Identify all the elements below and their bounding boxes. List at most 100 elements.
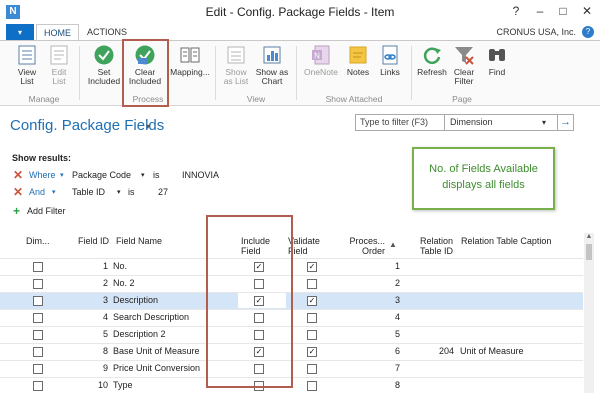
close-button[interactable]: ✕ [577, 2, 597, 20]
validate-field-checkbox[interactable] [307, 279, 317, 289]
company-name[interactable]: CRONUS USA, Inc. [496, 27, 576, 37]
filter-keyword-and[interactable]: And [29, 187, 45, 197]
column-header-dimensions[interactable]: Dim... [26, 236, 50, 246]
validate-field-checkbox[interactable] [307, 381, 317, 391]
remove-filter-icon[interactable]: ✕ [13, 168, 23, 182]
chevron-down-icon[interactable]: ▾ [60, 171, 64, 179]
links-button[interactable]: Links [372, 44, 408, 77]
validate-field-checkbox[interactable]: ✓ [307, 347, 317, 357]
find-button[interactable]: Find [479, 44, 515, 77]
minimize-button[interactable]: – [530, 2, 550, 20]
processing-order-cell: 7 [394, 363, 400, 373]
find-label: Find [488, 67, 506, 77]
field-name-cell: No. [113, 261, 128, 271]
edit-list-button[interactable]: Edit List [41, 44, 77, 86]
quick-filter-field-select[interactable]: Dimension [450, 117, 493, 127]
remove-filter-icon[interactable]: ✕ [13, 185, 23, 199]
relation-table-id-cell: 204 [438, 346, 454, 356]
ribbon-group-separator [411, 46, 412, 100]
filter-keyword-where[interactable]: Where [29, 170, 56, 180]
dimensions-checkbox[interactable] [33, 296, 43, 306]
field-name-cell: Base Unit of Measure [113, 346, 200, 356]
application-menu-button[interactable]: ▾ [6, 24, 34, 41]
refresh-button[interactable]: Refresh [414, 44, 450, 77]
validate-field-checkbox[interactable]: ✓ [307, 296, 317, 306]
quick-filter-input[interactable]: Type to filter (F3) [360, 117, 428, 127]
validate-field-checkbox[interactable] [307, 364, 317, 374]
add-filter-link[interactable]: Add Filter [27, 206, 66, 216]
scroll-up-icon[interactable]: ▲ [584, 233, 594, 243]
field-id-cell: 10 [97, 380, 108, 390]
validate-field-checkbox[interactable]: ✓ [307, 262, 317, 272]
clear-filter-icon [455, 47, 474, 65]
field-id-cell: 1 [102, 261, 108, 271]
filter-go-button[interactable]: → [557, 114, 574, 131]
mapping-icon [180, 47, 200, 63]
onenote-button[interactable]: N OneNote [300, 44, 342, 77]
validate-field-checkbox[interactable] [307, 313, 317, 323]
dimensions-checkbox[interactable] [33, 262, 43, 272]
chevron-down-icon[interactable]: ▾ [141, 171, 145, 179]
clear-filter-button[interactable]: Clear Filter [446, 44, 482, 86]
links-icon [382, 45, 398, 65]
filter-value-package-code[interactable]: INNOVIA [182, 170, 219, 180]
show-results-heading: Show results: [12, 153, 72, 163]
show-as-chart-button[interactable]: Show as Chart [252, 44, 292, 86]
column-header-processing-order[interactable]: Proces... Order [347, 236, 385, 256]
field-name-cell: Search Description [113, 312, 190, 322]
onenote-icon: N [312, 45, 330, 65]
filter-operator: is [153, 170, 160, 180]
view-list-button[interactable]: View List [9, 44, 45, 86]
field-id-cell: 5 [102, 329, 108, 339]
chevron-down-icon[interactable]: ▾ [117, 188, 121, 196]
field-name-cell: Price Unit Conversion [113, 363, 201, 373]
help-window-button[interactable]: ? [506, 2, 526, 20]
dimensions-checkbox[interactable] [33, 381, 43, 391]
refresh-icon [423, 47, 441, 64]
maximize-button[interactable]: □ [553, 2, 573, 20]
annotation-line-2: displays all fields [442, 179, 525, 191]
set-included-icon [94, 45, 114, 65]
filter-field-package-code[interactable]: Package Code [72, 170, 131, 180]
show-as-chart-icon [263, 46, 281, 64]
help-icon[interactable]: ? [582, 26, 594, 38]
column-header-field-name[interactable]: Field Name [116, 236, 162, 246]
field-id-cell: 3 [102, 295, 108, 305]
column-header-field-id[interactable]: Field ID [78, 236, 109, 246]
column-header-relation-table-caption[interactable]: Relation Table Caption [461, 236, 551, 246]
group-label-view: View [246, 94, 266, 104]
notes-button[interactable]: Notes [340, 44, 376, 77]
processing-order-cell: 8 [394, 380, 400, 390]
filter-value-table-id[interactable]: 27 [158, 187, 168, 197]
dimensions-checkbox[interactable] [33, 330, 43, 340]
dimensions-checkbox[interactable] [33, 313, 43, 323]
rel-id-header-line-2: Table ID [419, 246, 453, 256]
processing-order-cell: 1 [394, 261, 400, 271]
dimensions-checkbox[interactable] [33, 347, 43, 357]
chevron-down-icon[interactable]: ▾ [52, 188, 56, 196]
validate-field-checkbox[interactable] [307, 330, 317, 340]
mapping-label: Mapping... [170, 67, 210, 77]
processing-order-cell: 4 [394, 312, 400, 322]
filter-field-table-id[interactable]: Table ID [72, 187, 105, 197]
field-name-cell: Type [113, 380, 133, 390]
refresh-label: Refresh [417, 67, 447, 77]
relation-table-caption-cell: Unit of Measure [460, 346, 524, 356]
mapping-button[interactable]: Mapping... [168, 44, 212, 77]
find-icon [489, 49, 505, 61]
show-as-list-button[interactable]: Show as List [218, 44, 254, 86]
sort-ascending-icon: ▲ [389, 240, 397, 249]
show-as-chart-label-2: Chart [261, 76, 283, 86]
column-header-relation-table-id[interactable]: Relation Table ID [417, 236, 453, 256]
dimensions-checkbox[interactable] [33, 279, 43, 289]
set-included-button[interactable]: Set Included [86, 44, 122, 86]
processing-order-cell: 6 [394, 346, 400, 356]
chevron-down-icon[interactable]: ▾ [542, 118, 546, 127]
ribbon-group-separator [79, 46, 80, 100]
page-title-menu-caret[interactable]: ▾ [146, 122, 150, 131]
dimensions-checkbox[interactable] [33, 364, 43, 374]
svg-text:N: N [314, 52, 320, 61]
add-filter-icon[interactable]: + [13, 204, 20, 218]
tab-home[interactable]: HOME [36, 24, 79, 41]
scrollbar-thumb[interactable] [586, 244, 592, 260]
